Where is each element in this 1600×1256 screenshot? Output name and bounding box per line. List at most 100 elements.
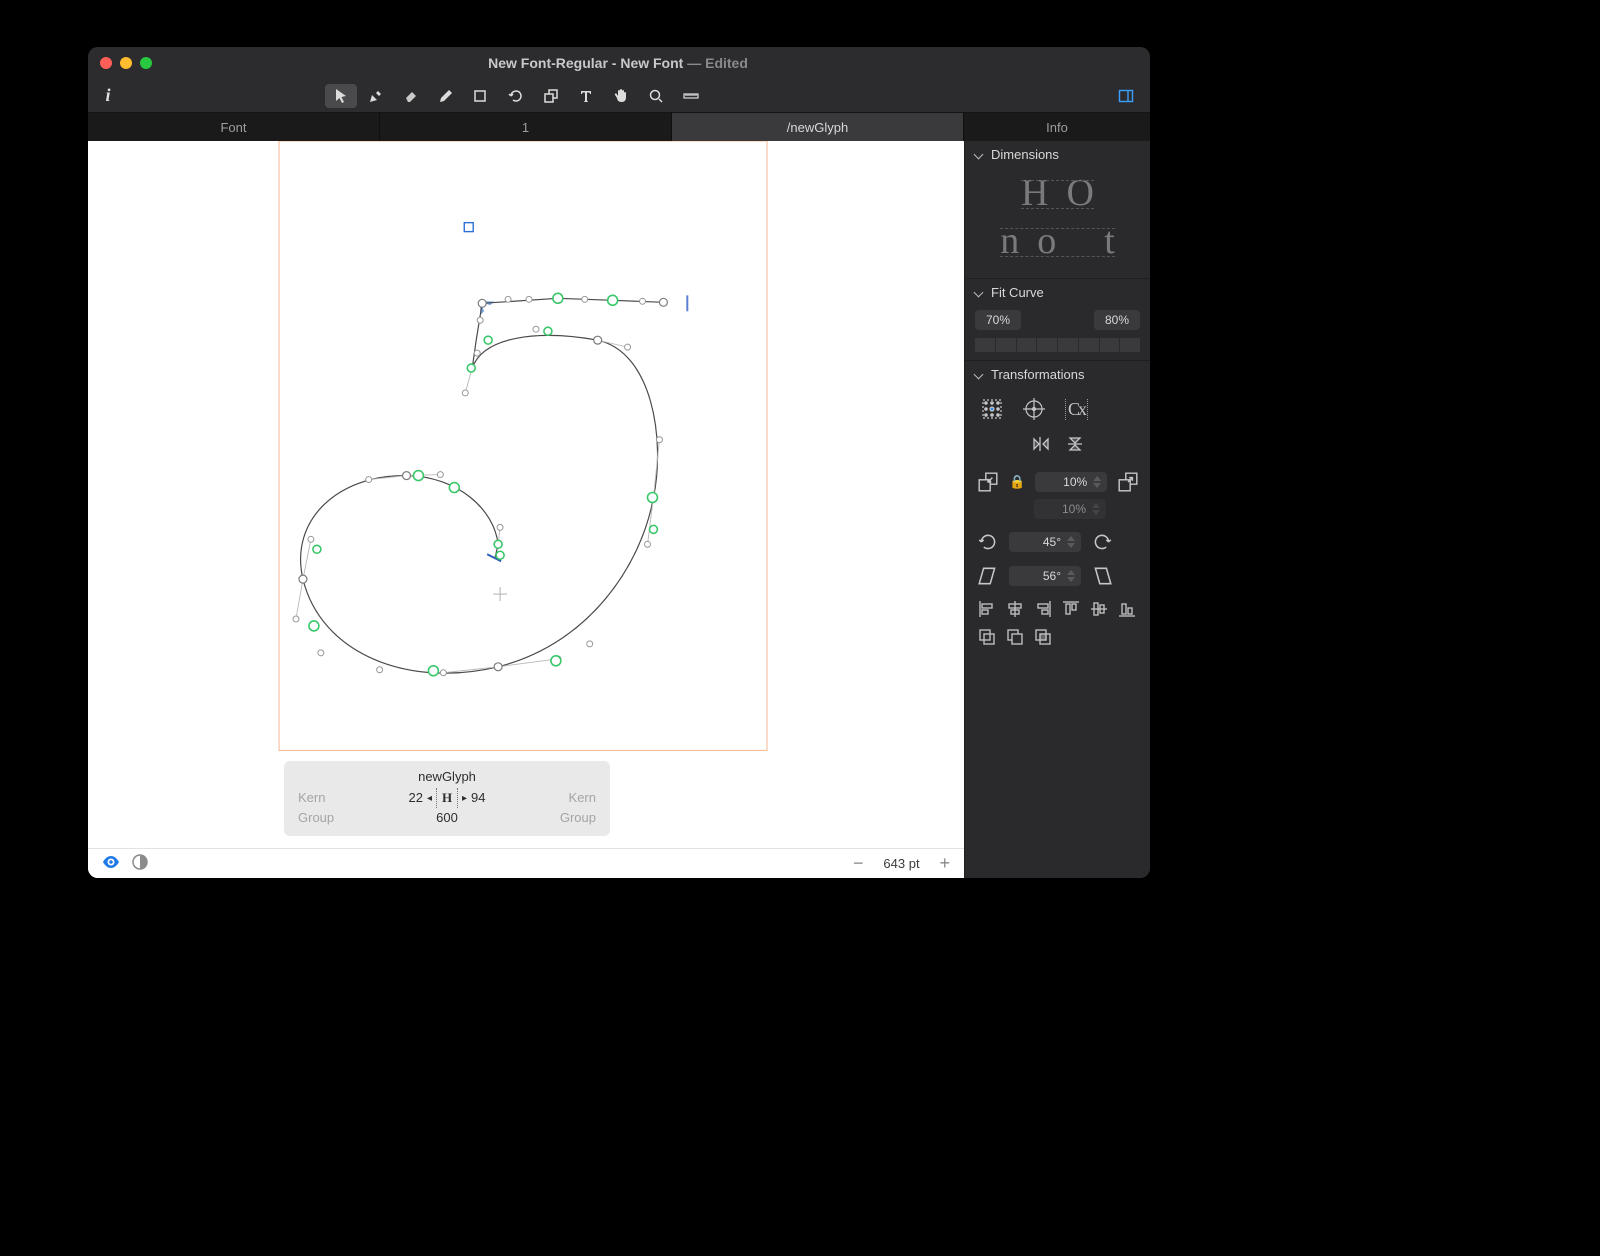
stepper-icon[interactable] (1092, 503, 1100, 515)
anchor-marker[interactable] (464, 223, 473, 232)
font-info-button[interactable]: i (96, 85, 120, 106)
section-title: Dimensions (991, 147, 1059, 162)
main-area: newGlyph Kern 22 ◂ H ▸ 94 Kern Grou (88, 141, 1150, 878)
window-title-status: — Edited (687, 55, 748, 71)
boolean-subtract-icon[interactable] (1005, 627, 1025, 647)
section-title: Fit Curve (991, 285, 1044, 300)
align-right-icon[interactable] (1033, 599, 1053, 619)
align-top-icon[interactable] (1061, 599, 1081, 619)
left-group-label: Group (298, 808, 334, 828)
status-bar: − 643 pt + (88, 848, 964, 878)
tab-info[interactable]: Info (964, 113, 1150, 141)
tab-edit-newglyph[interactable]: /newGlyph (672, 113, 964, 141)
editor-column: newGlyph Kern 22 ◂ H ▸ 94 Kern Grou (88, 141, 964, 878)
width-value[interactable]: 600 (436, 808, 458, 828)
mirror-horizontal-icon[interactable] (1031, 434, 1051, 457)
window-title-primary: New Font-Regular - New Font (488, 55, 683, 71)
toolbar: i (88, 79, 1150, 113)
mirror-vertical-icon[interactable] (1065, 434, 1085, 457)
chevron-down-icon (975, 150, 985, 160)
arrow-right-icon: ▸ (462, 791, 467, 806)
rsb-value[interactable]: 94 (471, 788, 485, 808)
right-kern-label: Kern (569, 788, 596, 808)
align-vcenter-icon[interactable] (1089, 599, 1109, 619)
stepper-icon[interactable] (1067, 570, 1075, 582)
scale-up-icon[interactable] (1117, 471, 1139, 493)
fitcurve-high-input[interactable]: 80% (1094, 310, 1140, 330)
align-hcenter-icon[interactable] (1005, 599, 1025, 619)
handles (296, 340, 659, 673)
glyph-path[interactable] (301, 298, 664, 673)
app-window: New Font-Regular - New Font — Edited i (88, 47, 1150, 878)
zoom-in-button[interactable]: + (939, 853, 950, 874)
rotate-ccw-icon[interactable] (977, 531, 999, 553)
lock-icon[interactable]: 🔒 (1009, 471, 1025, 493)
window-title: New Font-Regular - New Font — Edited (160, 55, 1076, 71)
tab-label: 1 (522, 120, 529, 135)
scale-x-input[interactable]: 10% (1035, 472, 1107, 492)
tab-label: Info (1046, 120, 1068, 135)
transform-origin-reticle-icon[interactable] (1023, 398, 1045, 420)
fitcurve-low-input[interactable]: 70% (975, 310, 1021, 330)
zoom-tool-button[interactable] (640, 84, 672, 108)
boolean-union-icon[interactable] (977, 627, 997, 647)
glyph-canvas[interactable]: newGlyph Kern 22 ◂ H ▸ 94 Kern Grou (88, 141, 964, 848)
primitive-tool-button[interactable] (465, 84, 497, 108)
rotate-tool-button[interactable] (500, 84, 532, 108)
origin-crosshair (493, 587, 507, 601)
value: 45° (1043, 535, 1061, 549)
preview-glyph-o: o (1037, 222, 1056, 260)
fitcurve-section: Fit Curve 70% 80% (965, 279, 1150, 361)
fitcurve-header[interactable]: Fit Curve (965, 279, 1150, 306)
preview-glyph-t: t (1104, 222, 1115, 260)
smooth-nodes[interactable] (309, 293, 658, 675)
select-tool-button[interactable] (325, 84, 357, 108)
tab-font[interactable]: Font (88, 113, 380, 141)
text-tool-button[interactable] (570, 84, 602, 108)
transform-metrics-icon[interactable]: Cx (1065, 398, 1088, 420)
scale-y-input[interactable]: 10% (1034, 499, 1106, 519)
fitcurve-slider[interactable] (975, 338, 1140, 352)
chevron-down-icon (975, 370, 985, 380)
slant-left-icon[interactable] (977, 565, 999, 587)
palette-sidebar: Dimensions HO not Fit Curve 70% 80% (964, 141, 1150, 878)
value: 56° (1043, 569, 1061, 583)
zoom-level-label[interactable]: 643 pt (875, 856, 927, 871)
window-minimize-button[interactable] (120, 57, 132, 69)
editor-svg (88, 141, 964, 848)
window-maximize-button[interactable] (140, 57, 152, 69)
transform-origin-grid-icon[interactable] (981, 398, 1003, 420)
hand-tool-button[interactable] (605, 84, 637, 108)
window-close-button[interactable] (100, 57, 112, 69)
slant-angle-input[interactable]: 56° (1009, 566, 1081, 586)
glyph-name-label: newGlyph (298, 767, 596, 788)
transformations-header[interactable]: Transformations (965, 361, 1150, 388)
dimensions-preview: HO not (965, 168, 1150, 270)
dimensions-header[interactable]: Dimensions (965, 141, 1150, 168)
stepper-icon[interactable] (1067, 536, 1075, 548)
tab-label: /newGlyph (787, 120, 848, 135)
draw-tool-button[interactable] (360, 84, 392, 108)
rotate-angle-input[interactable]: 45° (1009, 532, 1081, 552)
preview-eye-icon[interactable] (102, 855, 120, 872)
appearance-toggle-icon[interactable] (132, 854, 148, 873)
pencil-tool-button[interactable] (430, 84, 462, 108)
scale-down-icon[interactable] (977, 471, 999, 493)
scale-tool-button[interactable] (535, 84, 567, 108)
align-left-icon[interactable] (977, 599, 997, 619)
glyph-info-box: newGlyph Kern 22 ◂ H ▸ 94 Kern Grou (284, 761, 610, 836)
lsb-value[interactable]: 22 (409, 788, 423, 808)
slant-right-icon[interactable] (1091, 565, 1113, 587)
align-bottom-icon[interactable] (1117, 599, 1137, 619)
erase-tool-button[interactable] (395, 84, 427, 108)
tab-bar: Font 1 /newGlyph Info (88, 113, 1150, 141)
boolean-intersect-icon[interactable] (1033, 627, 1053, 647)
rotate-cw-icon[interactable] (1091, 531, 1113, 553)
offcurve-nodes[interactable] (293, 296, 662, 675)
arrow-left-icon: ◂ (427, 791, 432, 806)
tab-edit-1[interactable]: 1 (380, 113, 672, 141)
stepper-icon[interactable] (1093, 476, 1101, 488)
zoom-out-button[interactable]: − (853, 853, 864, 874)
measure-tool-button[interactable] (675, 84, 707, 108)
toggle-sidebar-button[interactable] (1110, 84, 1142, 108)
